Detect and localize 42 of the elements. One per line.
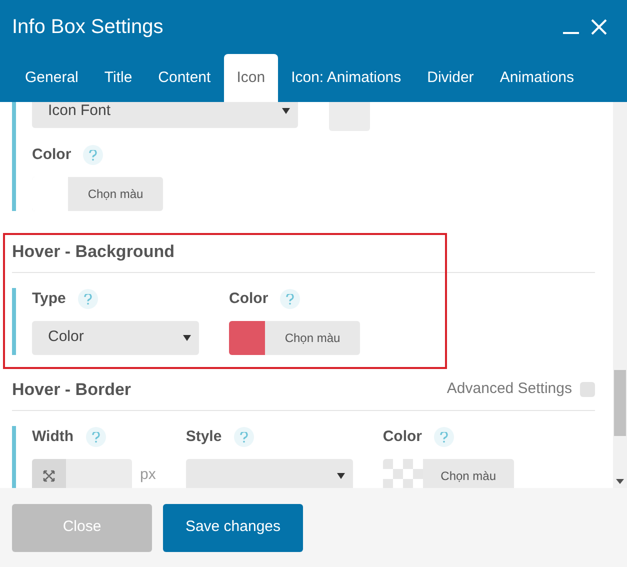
- scrollbar-thumb[interactable]: [614, 370, 626, 436]
- caret-icon: [183, 334, 191, 340]
- color-picker[interactable]: Chọn màu: [32, 176, 163, 210]
- select-field[interactable]: [186, 458, 353, 488]
- select-field[interactable]: Icon Font: [32, 102, 298, 128]
- select-field[interactable]: Color: [32, 320, 199, 354]
- help-icon[interactable]: [86, 427, 106, 448]
- scrollbar[interactable]: [613, 102, 627, 488]
- tab[interactable]: General: [12, 54, 92, 102]
- help-icon[interactable]: [78, 289, 98, 310]
- checkbox[interactable]: [580, 382, 595, 397]
- window-title: Info Box Settings: [12, 15, 164, 40]
- help-icon[interactable]: [434, 427, 454, 448]
- save-button[interactable]: Save changes: [163, 504, 303, 552]
- field-label: Width: [32, 427, 74, 447]
- help-icon[interactable]: [234, 427, 254, 448]
- tab[interactable]: Title: [91, 54, 146, 102]
- field-label: Type: [32, 289, 66, 309]
- tab[interactable]: Divider: [414, 54, 487, 102]
- caret-icon: [336, 472, 345, 478]
- help-icon[interactable]: [280, 289, 300, 310]
- help-icon[interactable]: [83, 145, 104, 166]
- field-label: Color: [382, 427, 422, 447]
- number-field[interactable]: [32, 458, 132, 488]
- expand-icon: [43, 470, 55, 482]
- tab[interactable]: Animations: [486, 54, 588, 102]
- section-heading: Hover - Background: [12, 240, 174, 263]
- tab[interactable]: Icon: [224, 54, 278, 102]
- tab[interactable]: Icon: Animations: [278, 54, 414, 102]
- section-heading: Hover - Border: [12, 378, 132, 400]
- field-label: Color: [229, 289, 268, 309]
- advanced-settings-label: Advanced Settings: [446, 379, 572, 399]
- color-picker[interactable]: Chọn màu: [229, 320, 360, 354]
- unit-label: px: [140, 465, 156, 486]
- close-icon[interactable]: [591, 19, 607, 35]
- tab[interactable]: Content: [145, 54, 224, 102]
- scroll-down-icon[interactable]: [616, 479, 624, 484]
- preview-box: [329, 102, 370, 131]
- color-picker[interactable]: Chọn màu: [382, 458, 514, 488]
- field-label: Color: [32, 145, 72, 165]
- caret-icon: [282, 108, 290, 114]
- field-label: Style: [186, 427, 222, 447]
